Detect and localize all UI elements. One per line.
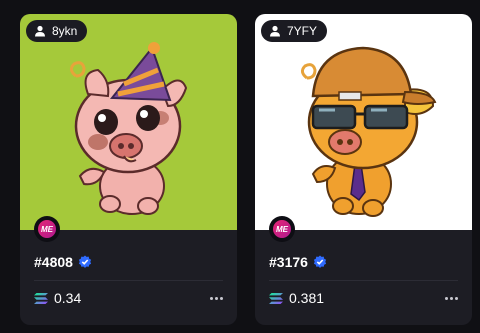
owner-badge[interactable]: 7YFY <box>261 20 328 42</box>
marketplace-badge[interactable]: ME <box>34 216 60 242</box>
nft-title[interactable]: #4808 <box>34 254 73 270</box>
more-options-button[interactable] <box>442 290 460 306</box>
owner-name: 8ykn <box>52 24 78 38</box>
nft-card[interactable]: 8ykn ME #4808 0.34 <box>20 14 237 325</box>
price-value: 0.34 <box>54 290 82 306</box>
solana-icon <box>269 292 283 304</box>
divider <box>34 280 223 281</box>
price-row: 0.381 <box>269 288 324 308</box>
user-icon <box>35 25 45 37</box>
solana-icon <box>34 292 48 304</box>
dot-icon <box>219 296 223 300</box>
marketplace-badge[interactable]: ME <box>269 216 295 242</box>
nft-title-row: #4808 <box>34 252 92 272</box>
magic-eden-icon: ME <box>38 220 56 238</box>
price-row: 0.34 <box>34 288 81 308</box>
pig-artwork <box>20 14 237 230</box>
dot-icon <box>449 296 453 300</box>
nft-card[interactable]: 7YFY ME #3176 0.381 <box>255 14 472 325</box>
dot-icon <box>209 296 213 300</box>
nft-title[interactable]: #3176 <box>269 254 308 270</box>
owner-name: 7YFY <box>287 24 318 38</box>
magic-eden-icon: ME <box>273 220 291 238</box>
more-options-button[interactable] <box>207 290 225 306</box>
price-value: 0.381 <box>289 290 325 306</box>
dot-icon <box>444 296 448 300</box>
divider <box>269 280 458 281</box>
pig-artwork <box>255 14 472 230</box>
nft-image[interactable] <box>255 14 472 230</box>
verified-icon <box>78 255 92 268</box>
owner-badge[interactable]: 8ykn <box>26 20 88 42</box>
verified-icon <box>313 255 327 268</box>
dot-icon <box>214 296 218 300</box>
dot-icon <box>454 296 458 300</box>
user-icon <box>270 25 280 37</box>
nft-image[interactable] <box>20 14 237 230</box>
nft-title-row: #3176 <box>269 252 327 272</box>
